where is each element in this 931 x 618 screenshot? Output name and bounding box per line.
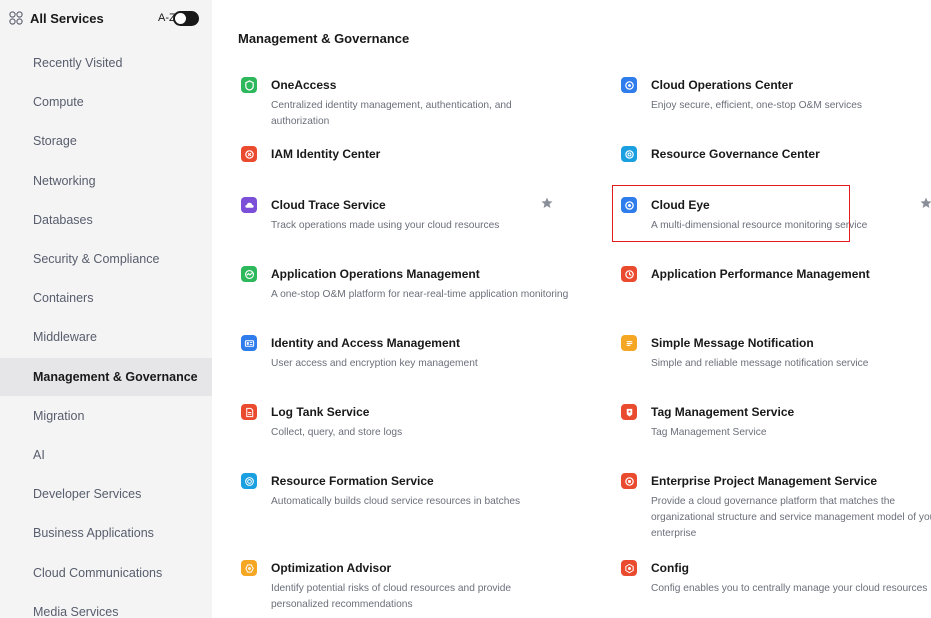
service-description: Identify potential risks of cloud resour… (271, 583, 512, 610)
favorite-star-icon[interactable] (920, 197, 931, 209)
config-icon (621, 560, 637, 576)
service-name: Optimization Advisor (271, 561, 392, 575)
service-description: Config enables you to centrally manage y… (651, 583, 928, 594)
sidebar-item-management-governance[interactable]: Management & Governance (0, 358, 212, 396)
service-name: Cloud Operations Center (651, 78, 794, 92)
sidebar-item-compute[interactable]: Compute (0, 83, 212, 121)
service-name: Cloud Trace Service (271, 198, 386, 212)
sidebar-item-media-services[interactable]: Media Services (0, 593, 212, 618)
service-name: Application Performance Management (651, 267, 870, 281)
section-title: Management & Governance (238, 31, 410, 46)
cloud-trace-icon (241, 197, 257, 213)
sidebar-item-security-compliance[interactable]: Security & Compliance (0, 240, 212, 278)
sidebar-item-migration[interactable]: Migration (0, 397, 212, 435)
service-name: Tag Management Service (651, 405, 795, 419)
sidebar-item-business-applications[interactable]: Business Applications (0, 514, 212, 552)
sidebar-item-containers[interactable]: Containers (0, 279, 212, 317)
service-name: IAM Identity Center (271, 147, 381, 161)
sidebar-item-storage[interactable]: Storage (0, 122, 212, 160)
service-description: Collect, query, and store logs (271, 427, 403, 438)
sidebar-item-cloud-communications[interactable]: Cloud Communications (0, 554, 212, 592)
service-name: Resource Governance Center (651, 147, 820, 161)
toggle-knob (175, 13, 186, 24)
governance-center-icon (621, 146, 637, 162)
service-name: Enterprise Project Management Service (651, 474, 878, 488)
service-description: Tag Management Service (651, 427, 767, 438)
operations-center-icon (621, 77, 637, 93)
advisor-icon (241, 560, 257, 576)
epms-icon (621, 473, 637, 489)
service-name: Config (651, 561, 689, 575)
sidebar-title: All Services (30, 11, 104, 26)
sidebar-item-developer-services[interactable]: Developer Services (0, 475, 212, 513)
service-name: Resource Formation Service (271, 474, 434, 488)
sidebar-item-databases[interactable]: Databases (0, 201, 212, 239)
all-services-grid-icon (9, 11, 23, 25)
service-name: OneAccess (271, 78, 337, 92)
service-name: Cloud Eye (651, 198, 710, 212)
smn-icon (621, 335, 637, 351)
sidebar-header: All Services A-Z (0, 0, 212, 38)
service-description: User access and encryption key managemen… (271, 358, 478, 369)
oneaccess-icon (241, 77, 257, 93)
az-sort-toggle[interactable] (173, 11, 199, 26)
service-description: Provide a cloud governance platform that… (651, 496, 931, 539)
apm-icon (621, 266, 637, 282)
service-name: Identity and Access Management (271, 336, 460, 350)
aom-icon (241, 266, 257, 282)
cloud-eye-icon (621, 197, 637, 213)
favorite-star-icon[interactable] (541, 197, 553, 209)
lts-icon (241, 404, 257, 420)
service-description: Enjoy secure, efficient, one-stop O&M se… (651, 100, 863, 111)
rfs-icon (241, 473, 257, 489)
service-name: Log Tank Service (271, 405, 370, 419)
service-description: Automatically builds cloud service resou… (271, 496, 521, 507)
sidebar-item-networking[interactable]: Networking (0, 162, 212, 200)
service-description: Centralized identity management, authent… (271, 100, 512, 127)
tag-icon (621, 404, 637, 420)
service-name: Simple Message Notification (651, 336, 814, 350)
sidebar-item-ai[interactable]: AI (0, 436, 212, 474)
sidebar-item-middleware[interactable]: Middleware (0, 318, 212, 356)
service-description: Simple and reliable message notification… (651, 358, 869, 369)
iam-icon (241, 335, 257, 351)
service-description: Track operations made using your cloud r… (271, 220, 500, 231)
sidebar-item-recently-visited[interactable]: Recently Visited (0, 44, 212, 82)
iam-identity-center-icon (241, 146, 257, 162)
service-description: A multi-dimensional resource monitoring … (651, 220, 868, 231)
service-description: A one-stop O&M platform for near-real-ti… (271, 289, 569, 300)
service-sidebar: All Services A-Z Recently Visited Comput… (0, 0, 212, 618)
service-name: Application Operations Management (271, 267, 480, 281)
